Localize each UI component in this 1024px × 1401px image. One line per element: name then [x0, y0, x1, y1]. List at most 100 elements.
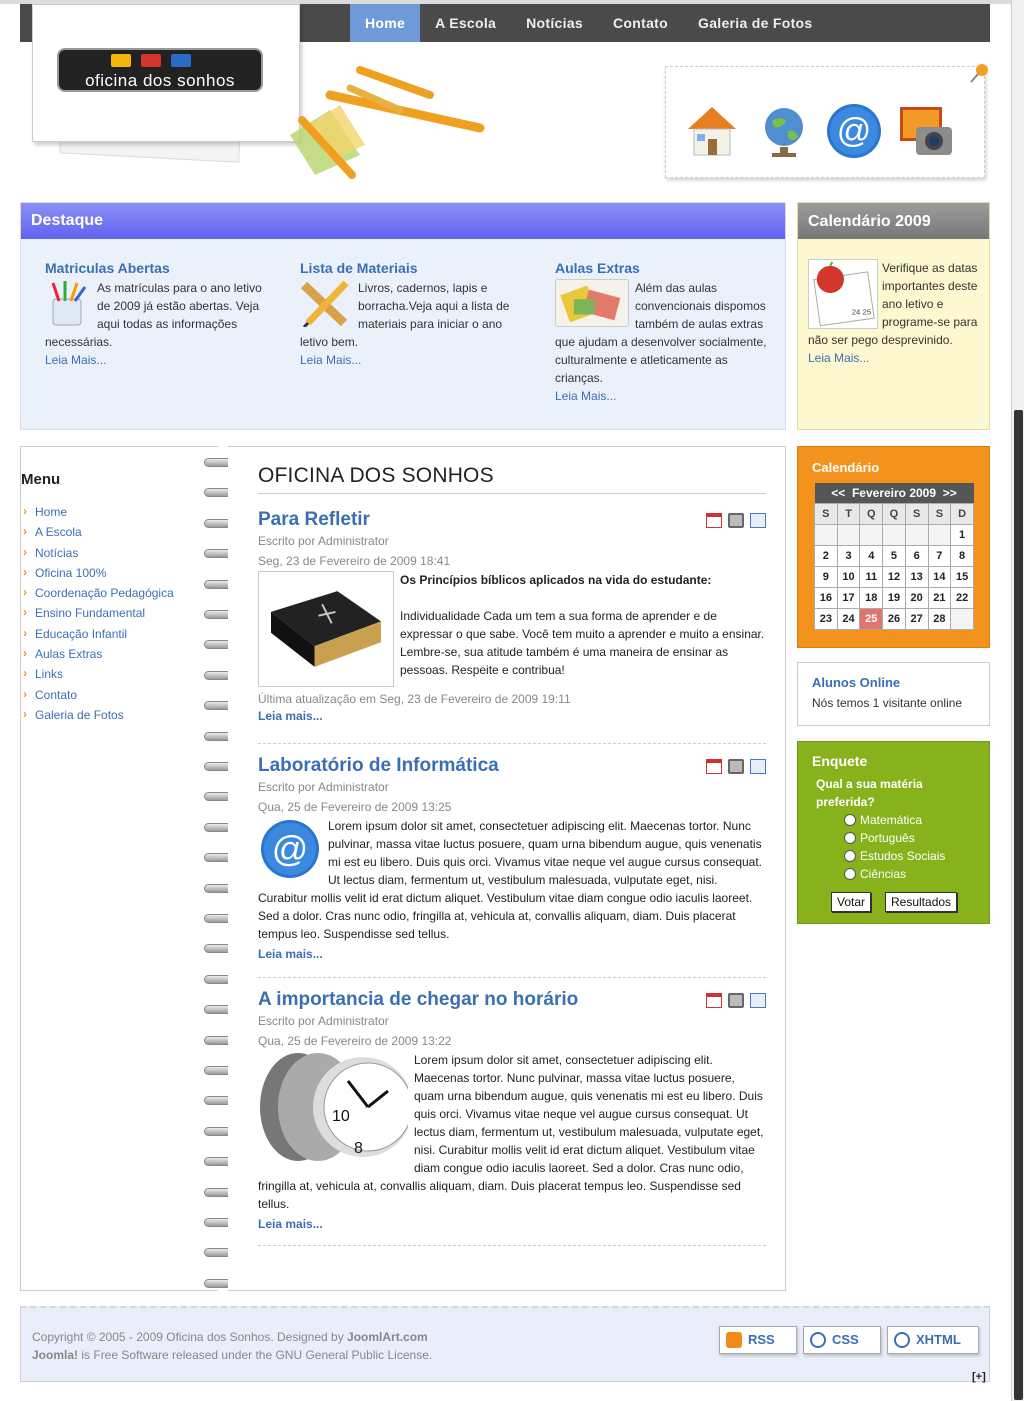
css-badge[interactable]: CSS [803, 1326, 881, 1354]
radio-button[interactable] [844, 868, 856, 880]
article-text: Individualidade Cada um tem a sua forma … [400, 609, 765, 677]
nav-galeria-de-fotos[interactable]: Galeria de Fotos [683, 4, 828, 42]
article-title[interactable]: Para Refletir [258, 509, 766, 531]
menu-item[interactable]: Oficina 100% [21, 562, 218, 583]
calendario-2009-title: Calendário 2009 [798, 203, 989, 239]
calendar-day[interactable]: 4 [859, 544, 884, 567]
calendar-day[interactable]: 26 [882, 607, 906, 630]
calendar-day[interactable]: 7 [927, 544, 952, 567]
print-icon[interactable] [728, 759, 744, 774]
calendar-day[interactable]: 17 [836, 586, 861, 609]
read-more-link[interactable]: Leia Mais... [555, 387, 775, 405]
vertical-scrollbar[interactable] [1011, 0, 1024, 1401]
read-more-link[interactable]: Leia Mais... [45, 351, 265, 369]
photo-camera-icon[interactable] [896, 101, 956, 161]
calendar-weekday: Q [859, 502, 884, 525]
calendar-day[interactable]: 6 [904, 544, 929, 567]
calendar-day[interactable]: 22 [950, 586, 974, 609]
calendar-day[interactable]: 19 [882, 586, 906, 609]
calendar-day[interactable]: 23 [814, 607, 838, 630]
radio-button[interactable] [844, 832, 856, 844]
print-icon[interactable] [728, 993, 744, 1008]
calendar-day[interactable]: 24 [836, 607, 861, 630]
read-more-link[interactable]: Leia Mais... [808, 349, 979, 367]
calendar-day[interactable]: 12 [882, 565, 906, 588]
menu-item[interactable]: A Escola [21, 521, 218, 542]
calendar-day[interactable]: 14 [927, 565, 952, 588]
menu-item[interactable]: Links [21, 663, 218, 684]
destaque-item-title[interactable]: Matriculas Abertas [45, 259, 265, 277]
calendar-day[interactable]: 9 [814, 565, 838, 588]
nav-noticias[interactable]: Notícias [511, 4, 598, 42]
calendar-day[interactable]: 1 [950, 523, 974, 546]
nav-home[interactable]: Home [350, 4, 421, 42]
calendar-day[interactable]: 16 [814, 586, 838, 609]
email-icon[interactable] [750, 513, 766, 528]
article-title[interactable]: A importancia de chegar no horário [258, 989, 766, 1011]
globe-icon[interactable] [754, 101, 814, 161]
poll-option-label: Português [860, 831, 915, 845]
poll-option[interactable]: Português [844, 829, 989, 847]
pdf-icon[interactable] [706, 513, 722, 528]
poll-option[interactable]: Ciências [844, 865, 989, 883]
calendar-prev-button[interactable]: << [831, 486, 845, 500]
calendar-day[interactable]: 15 [950, 565, 974, 588]
push-pin-icon [970, 64, 988, 83]
print-icon[interactable] [728, 513, 744, 528]
menu-item[interactable]: Contato [21, 684, 218, 705]
email-icon[interactable] [750, 759, 766, 774]
email-icon[interactable] [750, 993, 766, 1008]
calendar-day[interactable]: 11 [859, 565, 884, 588]
pencils-decoration [290, 66, 485, 179]
pencil-logo-icon [111, 54, 131, 67]
calendar-day[interactable]: 5 [882, 544, 906, 567]
read-more-link[interactable]: Leia mais... [258, 1217, 766, 1231]
poll-option[interactable]: Matemática [844, 811, 989, 829]
calendar-day[interactable]: 13 [904, 565, 929, 588]
calendar-day[interactable]: 3 [836, 544, 861, 567]
radio-button[interactable] [844, 850, 856, 862]
designer-link[interactable]: JoomlArt.com [347, 1330, 428, 1344]
rss-badge[interactable]: RSS [719, 1326, 797, 1354]
pdf-icon[interactable] [706, 759, 722, 774]
footer-toggle[interactable]: [+] [972, 1371, 986, 1383]
calendar-day[interactable]: 28 [927, 607, 952, 630]
destaque-item-title[interactable]: Aulas Extras [555, 259, 775, 277]
at-sign-icon[interactable]: @ [824, 101, 884, 161]
calendar-week: 9 10 11 12 13 14 15 [814, 565, 974, 588]
radio-button[interactable] [844, 814, 856, 826]
calendar-day[interactable]: 2 [814, 544, 838, 567]
destaque-item: Matriculas Abertas As matrículas para o … [45, 259, 265, 369]
poll-option[interactable]: Estudos Sociais [844, 847, 989, 865]
menu-item[interactable]: Aulas Extras [21, 643, 218, 664]
read-more-link[interactable]: Leia mais... [258, 709, 766, 723]
calendar-day[interactable]: 8 [950, 544, 974, 567]
pdf-icon[interactable] [706, 993, 722, 1008]
read-more-link[interactable]: Leia Mais... [300, 351, 520, 369]
scrollbar-thumb[interactable] [1014, 410, 1023, 1400]
menu-item[interactable]: Ensino Fundamental [21, 602, 218, 623]
menu-item[interactable]: Home [21, 501, 218, 522]
calendar-day[interactable]: 27 [904, 607, 929, 630]
article-title[interactable]: Laboratório de Informática [258, 755, 766, 777]
calendar-day[interactable]: 10 [836, 565, 861, 588]
destaque-item-title[interactable]: Lista de Materiais [300, 259, 520, 277]
calendar-day[interactable]: 25 [859, 607, 884, 630]
house-icon[interactable] [682, 101, 742, 161]
calendar-day[interactable]: 21 [927, 586, 952, 609]
calendar-day[interactable]: 20 [904, 586, 929, 609]
calendar-next-button[interactable]: >> [943, 486, 957, 500]
site-logo[interactable]: oficina dos sonhos [57, 48, 263, 92]
results-button[interactable]: Resultados [885, 892, 958, 912]
nav-a-escola[interactable]: A Escola [420, 4, 511, 42]
joomla-link[interactable]: Joomla! [32, 1348, 78, 1362]
xhtml-badge[interactable]: XHTML [887, 1326, 979, 1354]
vote-button[interactable]: Votar [831, 892, 872, 912]
nav-contato[interactable]: Contato [598, 4, 683, 42]
read-more-link[interactable]: Leia mais... [258, 947, 766, 961]
menu-item[interactable]: Galeria de Fotos [21, 704, 218, 725]
menu-item[interactable]: Educação Infantil [21, 623, 218, 644]
menu-item[interactable]: Notícias [21, 542, 218, 563]
menu-item[interactable]: Coordenação Pedagógica [21, 582, 218, 603]
calendar-day[interactable]: 18 [859, 586, 884, 609]
